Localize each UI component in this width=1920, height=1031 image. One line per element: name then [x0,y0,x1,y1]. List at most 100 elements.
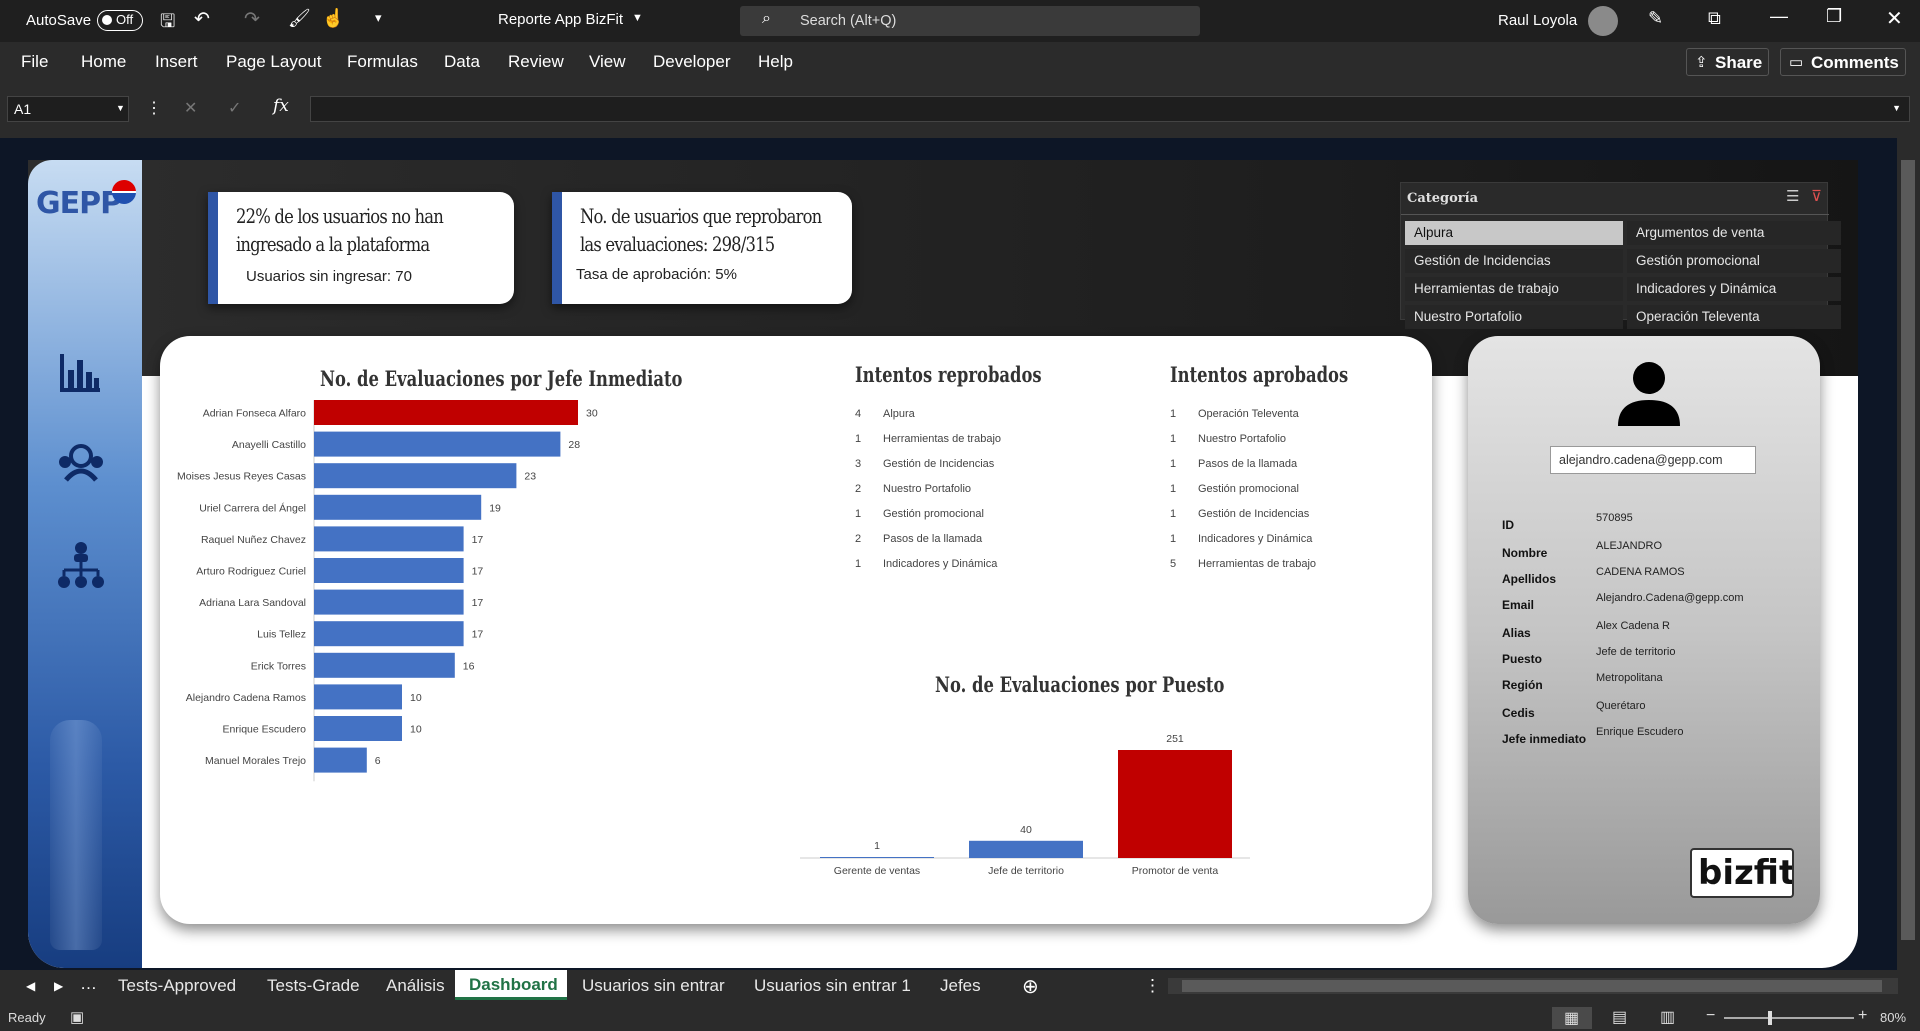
zoom-slider-thumb[interactable] [1768,1011,1772,1025]
slicer-item[interactable]: Nuestro Portafolio [1405,305,1623,329]
sheet-tab-dashboard-active[interactable]: Dashboard [455,970,567,1000]
tab-page-layout[interactable]: Page Layout [226,52,321,72]
share-button[interactable]: ⇪ Share [1686,48,1769,76]
add-sheet-icon[interactable]: ⊕ [1022,974,1039,999]
search-box[interactable]: ⌕ Search (Alt+Q) [740,6,1200,36]
scroll-thumb[interactable] [1182,980,1882,992]
bar-category-label: Raquel Nuñez Chavez [201,534,306,546]
cancel-icon[interactable]: ✕ [184,98,197,118]
accessibility-icon[interactable]: ▣ [70,1008,84,1026]
pen-icon[interactable]: ✎ [1648,8,1663,29]
zoom-out-icon[interactable]: − [1706,1007,1715,1025]
bar[interactable] [314,684,402,710]
file-name[interactable]: Reporte App BizFit [498,11,623,28]
slicer-item[interactable]: Gestión de Incidencias [1405,249,1623,273]
more-icon[interactable]: ⋮ [146,98,162,118]
sheet-tab-analisis[interactable]: Análisis [386,976,445,996]
email-input[interactable]: alejandro.cadena@gepp.com [1550,446,1756,474]
bar[interactable] [314,431,561,457]
attempt-category: Nuestro Portafolio [883,483,972,495]
comments-button[interactable]: ▭ Comments [1780,48,1906,76]
bar[interactable] [314,400,578,425]
clear-filter-icon[interactable]: ⊽ [1811,187,1822,205]
insert-function-button[interactable]: fx [273,96,289,116]
ribbon-display-icon[interactable]: ⧉ [1708,8,1721,29]
sheet-tab-tests-grade[interactable]: Tests-Grade [267,976,360,996]
expand-formula-icon[interactable]: ▼ [1892,103,1901,113]
tab-insert[interactable]: Insert [155,52,198,72]
bar[interactable] [314,621,464,647]
tab-file[interactable]: File [21,52,48,72]
tab-view[interactable]: View [589,52,626,72]
minimize-icon[interactable]: — [1770,6,1788,27]
profile-field-label: Cedis [1502,706,1535,720]
bar[interactable] [1118,750,1232,858]
next-sheet-icon[interactable]: ▶ [54,979,63,993]
normal-view-button[interactable]: ▦ [1552,1007,1592,1029]
name-box[interactable]: A1 ▼ [7,96,129,122]
format-painter-icon[interactable]: 🖌 [288,8,311,29]
page-layout-icon[interactable]: ▤ [1612,1007,1627,1027]
sheet-tab-tests-approved[interactable]: Tests-Approved [118,976,236,996]
tab-review[interactable]: Review [508,52,564,72]
zoom-slider[interactable] [1724,1017,1854,1019]
bar[interactable] [314,494,482,520]
slicer-divider [1401,214,1829,215]
chevron-down-icon[interactable]: ▼ [632,12,643,24]
enter-icon[interactable]: ✓ [228,98,241,118]
slicer-item[interactable]: Herramientas de trabajo [1405,277,1623,301]
slicer-item[interactable]: Indicadores y Dinámica [1627,277,1841,301]
user-name[interactable]: Raul Loyola [1498,12,1577,29]
slicer-item[interactable]: Operación Televenta [1627,305,1841,329]
more-sheets-icon[interactable]: … [80,974,97,994]
attempt-category: Indicadores y Dinámica [1198,533,1313,545]
vertical-scrollbar[interactable] [1897,138,1920,970]
touch-mode-icon[interactable]: ☝ [322,8,344,29]
scroll-thumb[interactable] [1901,160,1915,940]
org-chart-icon[interactable] [56,540,106,592]
tab-formulas[interactable]: Formulas [347,52,418,72]
bar[interactable] [314,558,464,583]
sheet-tab-jefes[interactable]: Jefes [940,976,981,996]
sheet-tab-usuarios-sin-entrar[interactable]: Usuarios sin entrar [582,976,725,996]
list-item: 1 Herramientas de trabajo [855,433,1055,453]
tab-developer[interactable]: Developer [653,52,731,72]
tab-help[interactable]: Help [758,52,793,72]
close-icon[interactable]: ✕ [1886,6,1903,31]
slicer-item-selected[interactable]: Alpura [1405,221,1623,245]
autosave-toggle[interactable]: Off [97,10,143,31]
bar[interactable] [314,747,367,773]
bar-chart-icon[interactable] [58,350,102,394]
formula-input[interactable]: ▼ [310,96,1910,122]
slicer-item[interactable]: Gestión promocional [1627,249,1841,273]
tab-data[interactable]: Data [444,52,480,72]
avatar[interactable] [1588,6,1618,36]
customize-qat-icon[interactable]: ▾ [375,10,382,26]
zoom-level[interactable]: 80% [1880,1010,1906,1025]
prev-sheet-icon[interactable]: ◀ [26,979,35,993]
tab-home[interactable]: Home [81,52,126,72]
redo-icon[interactable]: ↷ [244,8,260,31]
maximize-icon[interactable]: ❐ [1826,6,1842,27]
bar[interactable] [314,526,464,552]
undo-icon[interactable]: ↶ [194,8,210,31]
profile-field-label: Jefe inmediato [1502,732,1587,746]
bar[interactable] [314,716,402,741]
profile-field-value: Alex Cadena R [1596,620,1670,632]
bar[interactable] [969,840,1083,858]
more-icon[interactable]: ⋮ [1144,976,1161,996]
bar[interactable] [314,463,517,489]
team-icon[interactable] [56,442,106,482]
bar[interactable] [314,589,464,615]
sheet-tab-usuarios-sin-entrar-1[interactable]: Usuarios sin entrar 1 [754,976,911,996]
bar[interactable] [820,857,934,858]
page-break-icon[interactable]: ▥ [1660,1007,1675,1027]
user-icon [1618,362,1680,426]
grid-icon: ▦ [1564,1010,1580,1027]
horizontal-scrollbar[interactable] [1168,978,1898,994]
bar[interactable] [314,652,455,678]
zoom-in-icon[interactable]: + [1858,1007,1867,1025]
slicer-item[interactable]: Argumentos de venta [1627,221,1841,245]
save-icon[interactable]: 🖫 [160,9,175,39]
multi-select-icon[interactable]: ☰ [1786,187,1799,205]
